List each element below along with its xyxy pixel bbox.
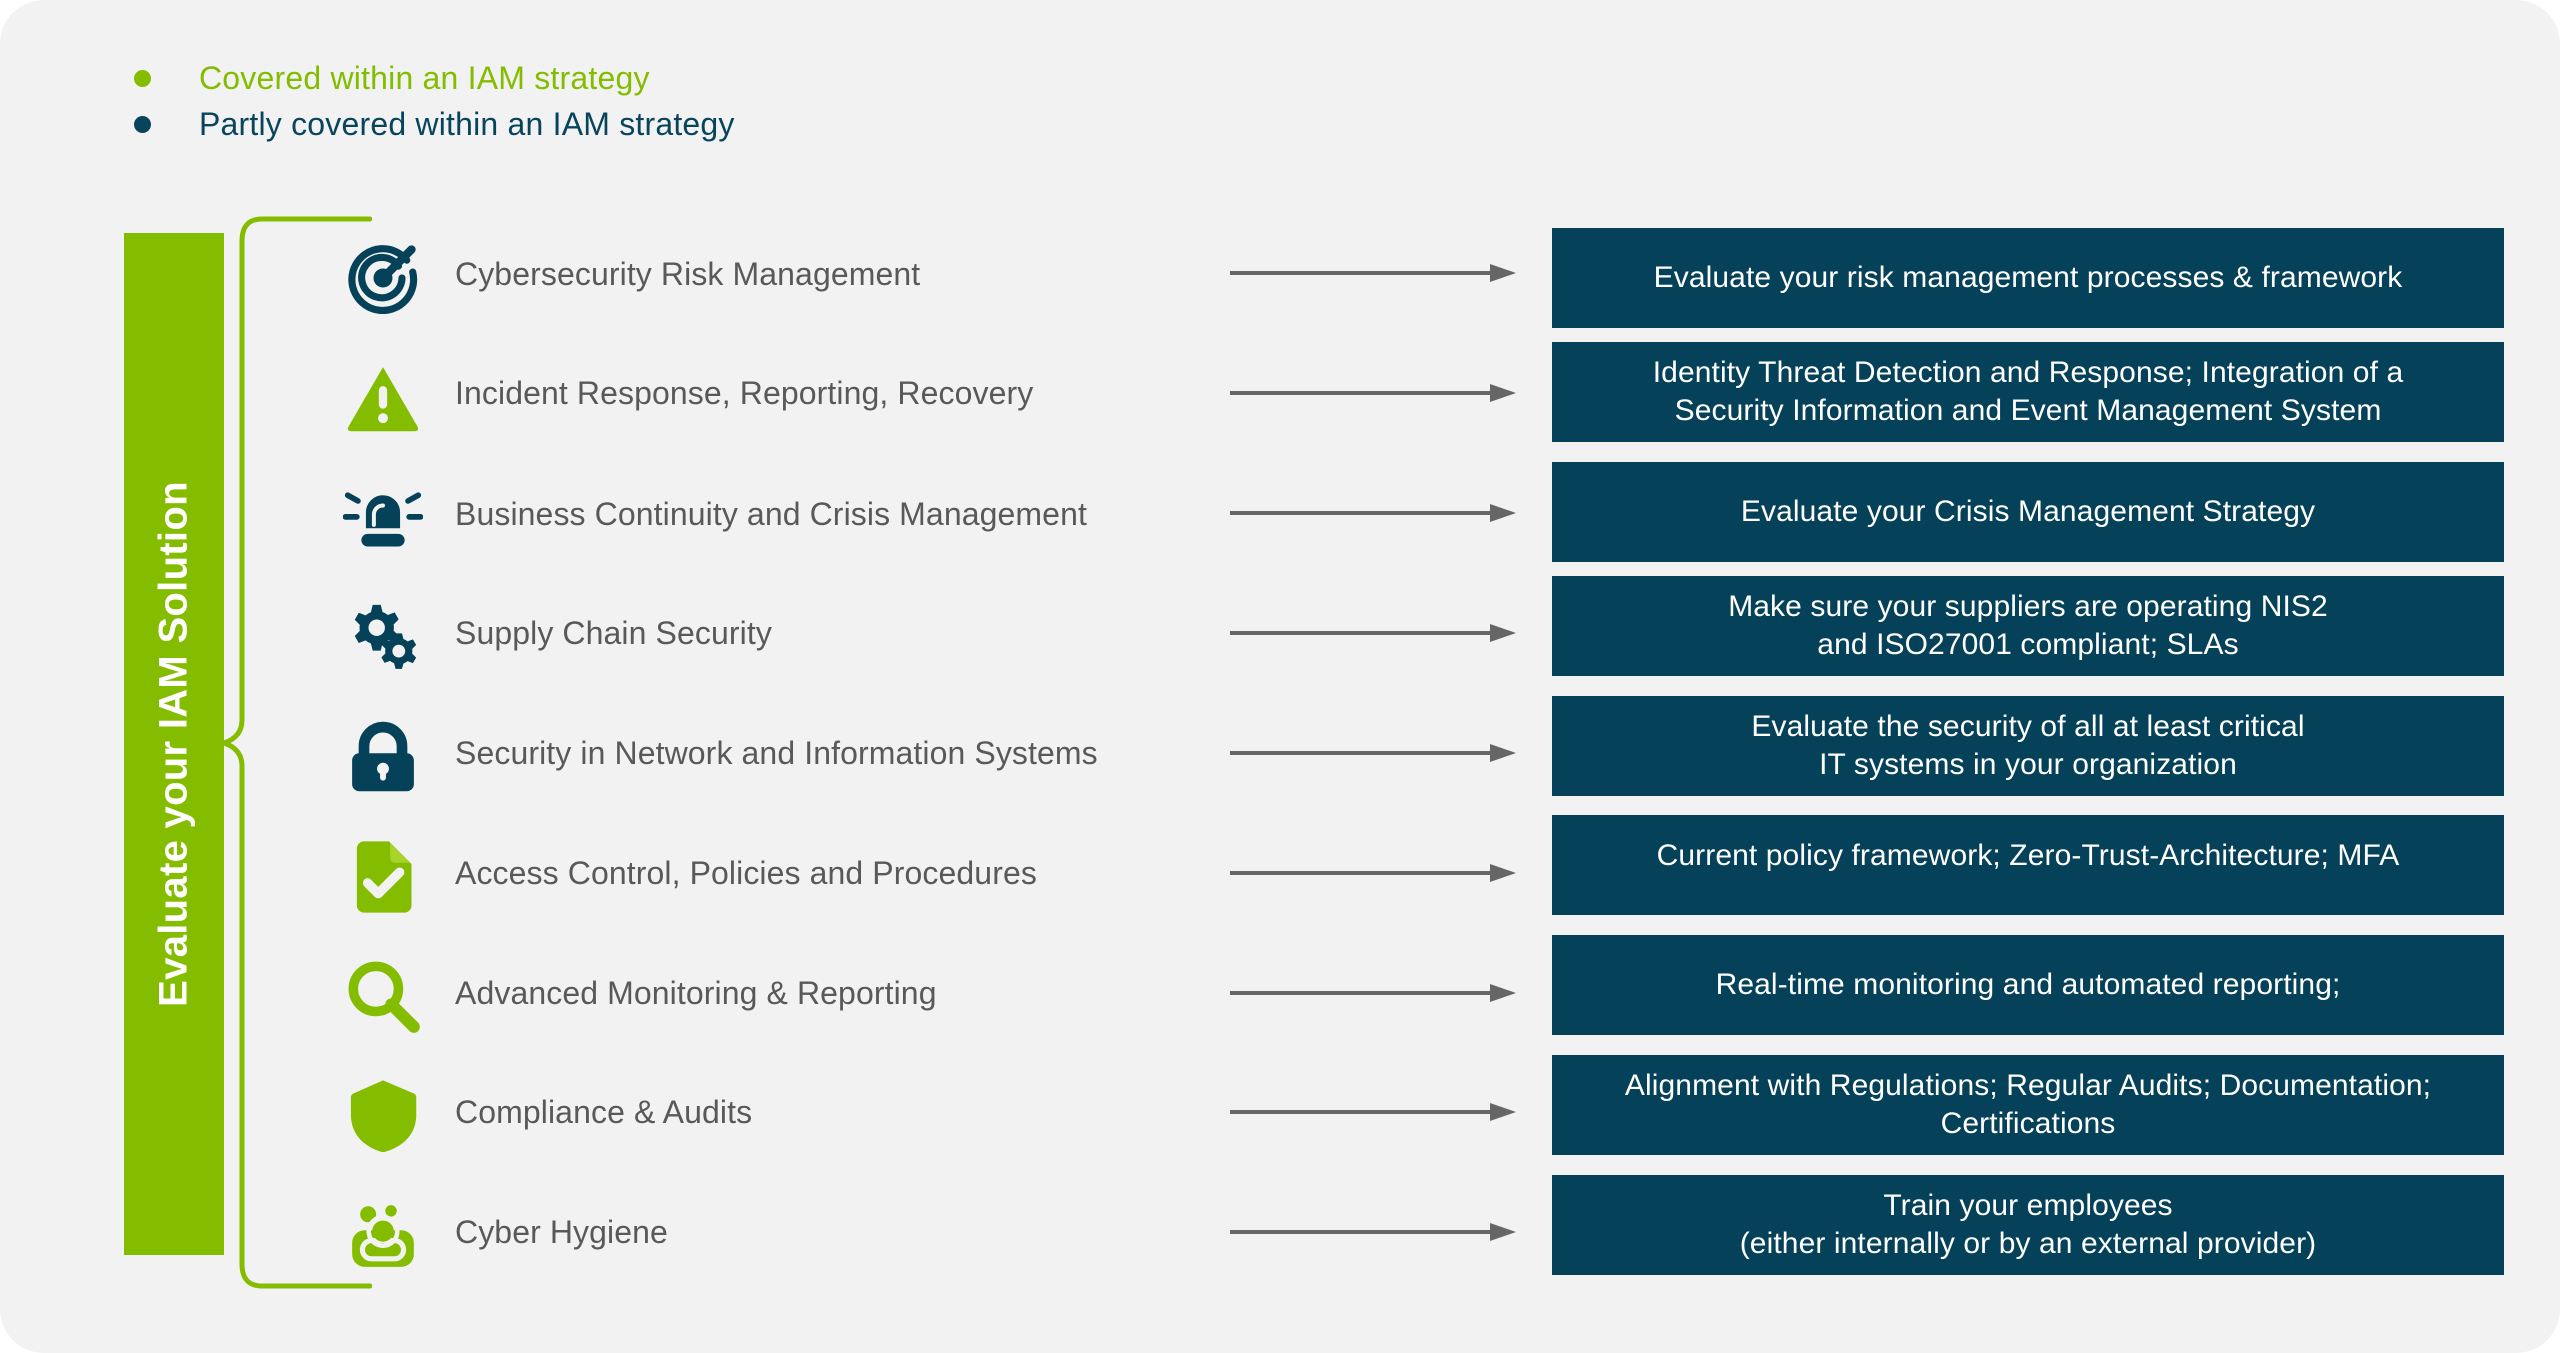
detail-card-text: Make sure your suppliers are operating N… <box>1728 588 2328 665</box>
infographic-canvas: Covered within an IAM strategy Partly co… <box>0 0 2560 1353</box>
row-label: Advanced Monitoring & Reporting <box>455 975 937 1012</box>
magnifier-icon <box>328 955 438 1037</box>
detail-card: Evaluate the security of all at least cr… <box>1552 696 2504 796</box>
detail-card: Make sure your suppliers are operating N… <box>1552 576 2504 676</box>
right-arrow-icon <box>1228 502 1518 529</box>
row-label: Compliance & Audits <box>455 1094 752 1131</box>
right-arrow-icon <box>1228 262 1518 289</box>
warning-triangle-icon <box>328 357 438 439</box>
detail-card: Train your employees (either internally … <box>1552 1175 2504 1275</box>
detail-card-text: Train your employees (either internally … <box>1740 1187 2317 1264</box>
row-label: Security in Network and Information Syst… <box>455 735 1098 772</box>
detail-card-text: Current policy framework; Zero-Trust-Arc… <box>1657 837 2400 875</box>
right-arrow-icon <box>1228 742 1518 769</box>
detail-card-text: Evaluate your risk management processes … <box>1654 259 2403 297</box>
detail-card-text: Evaluate the security of all at least cr… <box>1751 708 2304 785</box>
right-arrow-icon <box>1228 1101 1518 1128</box>
row-list: Cybersecurity Risk Management Evaluate y… <box>0 0 2560 1353</box>
hygiene-soap-icon <box>328 1195 438 1277</box>
right-arrow-icon <box>1228 1221 1518 1248</box>
document-check-icon <box>328 836 438 918</box>
padlock-icon <box>328 717 438 799</box>
row-label: Access Control, Policies and Procedures <box>455 855 1037 892</box>
row-label: Incident Response, Reporting, Recovery <box>455 375 1033 412</box>
row-label: Supply Chain Security <box>455 615 772 652</box>
row-label: Cyber Hygiene <box>455 1214 668 1251</box>
shield-icon <box>328 1075 438 1157</box>
detail-card: Current policy framework; Zero-Trust-Arc… <box>1552 815 2504 915</box>
right-arrow-icon <box>1228 982 1518 1009</box>
detail-card: Evaluate your risk management processes … <box>1552 228 2504 328</box>
detail-card: Real-time monitoring and automated repor… <box>1552 935 2504 1035</box>
detail-card-text: Real-time monitoring and automated repor… <box>1716 966 2341 1004</box>
gears-icon <box>328 597 438 679</box>
detail-card: Evaluate your Crisis Management Strategy <box>1552 462 2504 562</box>
target-icon <box>328 237 438 319</box>
detail-card-text: Evaluate your Crisis Management Strategy <box>1741 493 2315 531</box>
detail-card-text: Identity Threat Detection and Response; … <box>1653 354 2404 431</box>
right-arrow-icon <box>1228 382 1518 409</box>
right-arrow-icon <box>1228 622 1518 649</box>
row-label: Cybersecurity Risk Management <box>455 256 920 293</box>
alarm-siren-icon <box>328 477 438 559</box>
detail-card-text: Alignment with Regulations; Regular Audi… <box>1625 1067 2431 1144</box>
detail-card: Identity Threat Detection and Response; … <box>1552 342 2504 442</box>
right-arrow-icon <box>1228 862 1518 889</box>
row-label: Business Continuity and Crisis Managemen… <box>455 496 1087 533</box>
detail-card: Alignment with Regulations; Regular Audi… <box>1552 1055 2504 1155</box>
